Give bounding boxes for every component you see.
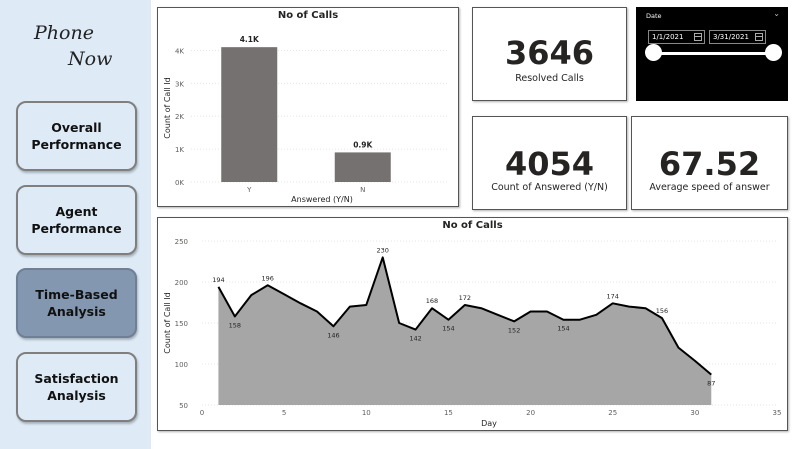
bar-y-axis-label: Count of Call Id bbox=[163, 77, 172, 138]
bar-y-tick-label: 0K bbox=[175, 179, 184, 187]
bar-chart: 0K 1K 2K 3K 4K 4.1K Y 0.9K N Answered (Y/N) Count … bbox=[163, 35, 448, 204]
nav-overall-performance-button[interactable]: Overall Performance bbox=[16, 101, 137, 171]
area-x-tick-label: 5 bbox=[282, 409, 286, 417]
area-point-label: 194 bbox=[212, 276, 224, 284]
sidebar: Phone Now Overall Performance Agent Perf… bbox=[0, 0, 151, 449]
start-date-value: 1/1/2021 bbox=[652, 33, 684, 41]
area-point-label: 87 bbox=[707, 380, 715, 388]
bar-y-tick-label: 3K bbox=[175, 80, 184, 88]
kpi-speed-label: Average speed of answer bbox=[649, 182, 770, 193]
area-point-label: 146 bbox=[327, 331, 339, 339]
area-fill bbox=[218, 257, 712, 405]
bar-x-tick-label: Y bbox=[246, 186, 252, 194]
kpi-resolved-label: Resolved Calls bbox=[515, 73, 584, 84]
area-point-label: 158 bbox=[229, 321, 241, 329]
start-date-input[interactable]: 1/1/2021 bbox=[648, 30, 705, 44]
date-range-start-handle[interactable] bbox=[644, 44, 662, 61]
nav-satisfaction-analysis-button[interactable]: Satisfaction Analysis bbox=[16, 352, 137, 422]
area-chart-card: No of Calls 50 100 150 200 250 0 5 10 15 20 25 30 35… bbox=[157, 217, 788, 431]
area-x-tick-label: 20 bbox=[526, 409, 535, 417]
area-point-label: 174 bbox=[607, 292, 619, 300]
area-x-tick-label: 15 bbox=[444, 409, 453, 417]
area-x-axis-label: Day bbox=[481, 419, 497, 428]
bar-chart-card: No of Calls 0K 1K 2K 3K 4K 4.1K Y 0.9K N Answered… bbox=[157, 7, 459, 207]
bar-y-tick-label: 1K bbox=[175, 146, 184, 154]
date-range-track[interactable] bbox=[653, 52, 773, 55]
area-point-label: 154 bbox=[442, 325, 454, 333]
area-x-tick-label: 0 bbox=[200, 409, 204, 417]
bar-x-axis-label: Answered (Y/N) bbox=[291, 195, 353, 204]
chevron-down-icon[interactable]: ⌄ bbox=[773, 9, 780, 18]
logo-line-1: Phone bbox=[34, 22, 94, 44]
slicer-title: Date bbox=[646, 12, 662, 20]
dashboard-root: Phone Now Overall Performance Agent Perf… bbox=[0, 0, 799, 449]
area-point-label: 168 bbox=[426, 297, 438, 305]
area-point-label: 230 bbox=[377, 246, 389, 254]
area-x-tick-label: 25 bbox=[608, 409, 617, 417]
area-x-tick-label: 30 bbox=[690, 409, 699, 417]
area-point-label: 156 bbox=[656, 307, 668, 315]
area-y-tick-label: 250 bbox=[175, 238, 188, 246]
bar-y-tick-label: 2K bbox=[175, 113, 184, 121]
end-date-input[interactable]: 3/31/2021 bbox=[709, 30, 766, 44]
area-chart: 50 100 150 200 250 0 5 10 15 20 25 30 35 194 158 196 146… bbox=[163, 238, 782, 428]
date-slicer: Date ⌄ 1/1/2021 3/31/2021 bbox=[636, 7, 788, 101]
kpi-resolved-card: 3646 Resolved Calls bbox=[472, 7, 627, 101]
kpi-answered-value: 4054 bbox=[504, 145, 595, 183]
app-logo: Phone Now bbox=[34, 22, 134, 74]
area-x-tick-label: 10 bbox=[362, 409, 371, 417]
kpi-speed-value: 67.52 bbox=[658, 145, 761, 183]
bar-x-tick-label: N bbox=[360, 186, 365, 194]
area-y-tick-label: 200 bbox=[175, 279, 188, 287]
area-point-label: 142 bbox=[409, 335, 421, 343]
end-date-value: 3/31/2021 bbox=[713, 33, 749, 41]
nav-time-based-analysis-button[interactable]: Time-Based Analysis bbox=[16, 268, 137, 338]
calendar-icon[interactable] bbox=[755, 33, 763, 41]
kpi-resolved-value: 3646 bbox=[504, 34, 595, 72]
date-range-end-handle[interactable] bbox=[764, 44, 782, 61]
bar-data-label: 4.1K bbox=[240, 35, 260, 44]
kpi-answered-card: 4054 Count of Answered (Y/N) bbox=[472, 116, 627, 210]
kpi-answered-label: Count of Answered (Y/N) bbox=[491, 182, 608, 193]
area-y-tick-label: 150 bbox=[175, 320, 188, 328]
bar-N bbox=[334, 152, 391, 182]
bar-y-tick-label: 4K bbox=[175, 47, 184, 55]
bar-data-label: 0.9K bbox=[353, 140, 373, 149]
area-y-tick-label: 100 bbox=[175, 361, 188, 369]
area-point-label: 154 bbox=[557, 325, 569, 333]
area-y-tick-label: 50 bbox=[179, 402, 188, 410]
area-point-label: 196 bbox=[262, 274, 274, 282]
area-point-label: 152 bbox=[508, 326, 520, 334]
area-point-label: 172 bbox=[459, 294, 471, 302]
nav-agent-performance-button[interactable]: Agent Performance bbox=[16, 185, 137, 255]
logo-line-2: Now bbox=[68, 48, 113, 70]
kpi-speed-card: 67.52 Average speed of answer bbox=[631, 116, 788, 210]
area-x-tick-label: 35 bbox=[773, 409, 782, 417]
calendar-icon[interactable] bbox=[694, 33, 702, 41]
area-y-axis-label: Count of Call Id bbox=[163, 292, 172, 353]
bar-Y bbox=[221, 47, 278, 183]
